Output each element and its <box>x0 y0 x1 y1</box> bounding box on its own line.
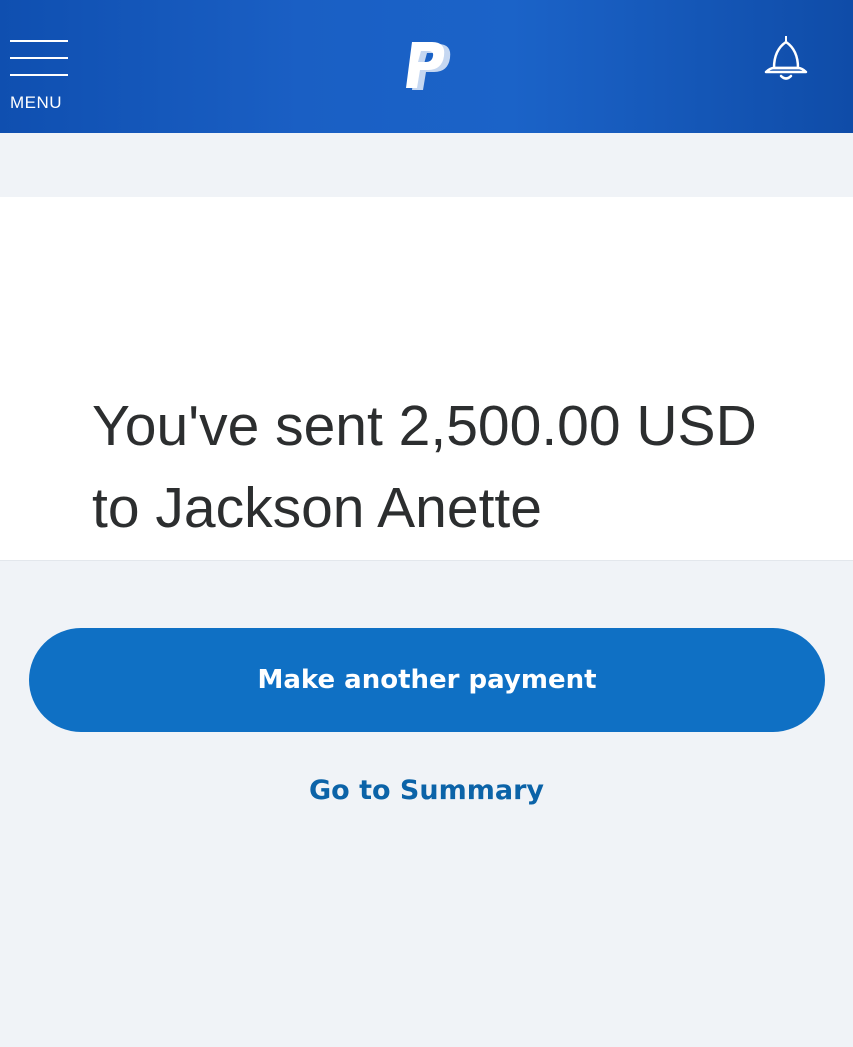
bell-icon[interactable] <box>756 28 816 88</box>
menu-label: MENU <box>10 93 63 112</box>
app-header: MENU <box>0 0 853 133</box>
go-to-summary-link[interactable]: Go to Summary <box>0 775 853 806</box>
paypal-logo-icon <box>406 42 451 90</box>
top-spacer <box>0 133 853 195</box>
confirmation-message: You've sent 2,500.00 USD to Jackson Anet… <box>92 394 757 540</box>
menu-button[interactable]: MENU <box>0 0 90 133</box>
hamburger-icon <box>10 40 68 76</box>
make-another-payment-button[interactable]: Make another payment <box>29 628 825 732</box>
